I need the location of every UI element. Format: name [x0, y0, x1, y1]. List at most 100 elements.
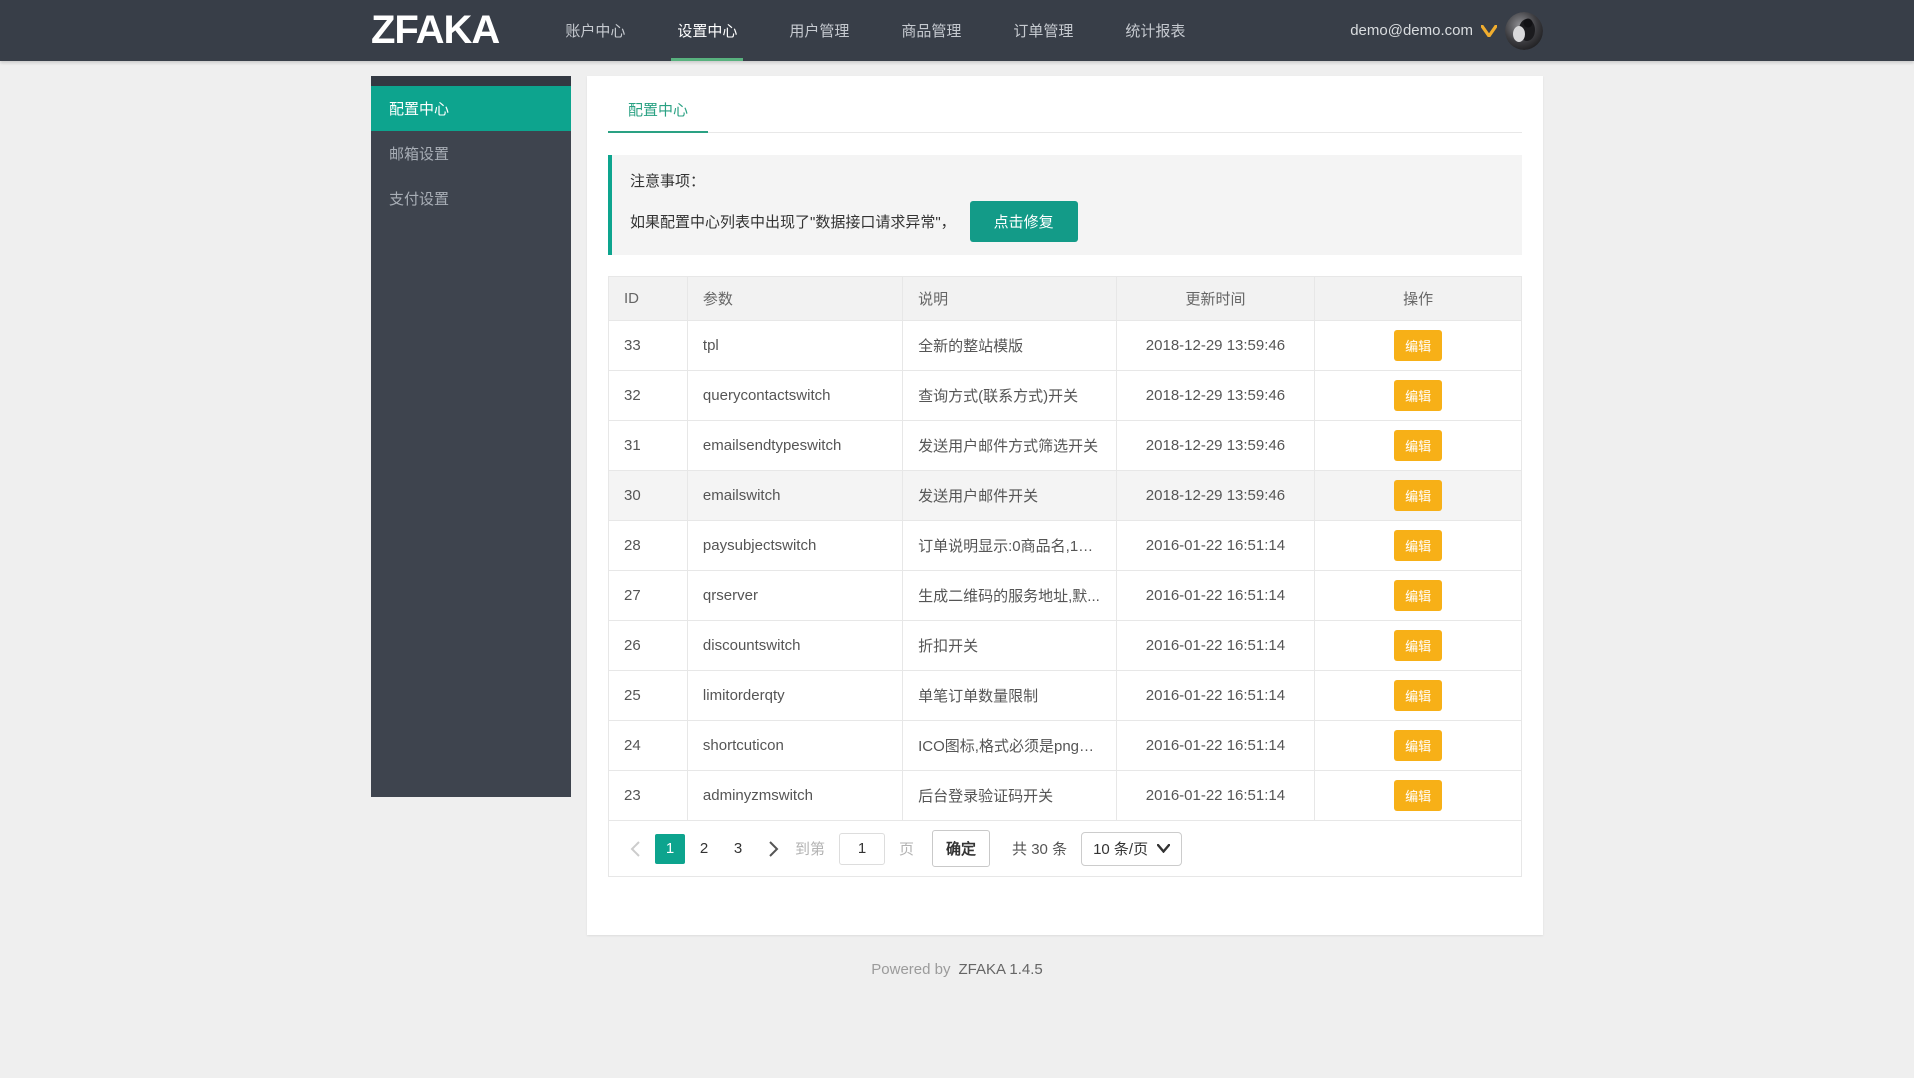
alert-title: 注意事项： [630, 170, 1504, 191]
brand-logo[interactable]: ZFAKA [371, 8, 499, 53]
cell-actions: 编辑 [1315, 721, 1521, 771]
header-actions: 操作 [1315, 277, 1521, 321]
chevron-left-icon[interactable] [623, 834, 647, 864]
cell-time: 2018-12-29 13:59:46 [1116, 321, 1315, 371]
chevron-down-icon[interactable] [1481, 25, 1497, 37]
tab-bar: 配置中心 [608, 76, 1522, 133]
page-button-2[interactable]: 2 [689, 834, 719, 864]
header-row: ID 参数 说明 更新时间 操作 [609, 277, 1521, 321]
navbar-inner: ZFAKA 账户中心设置中心用户管理商品管理订单管理统计报表 demo@demo… [371, 0, 1543, 61]
user-menu[interactable]: demo@demo.com [1350, 0, 1543, 61]
page-size-select[interactable]: 10 条/页 [1081, 832, 1182, 866]
content-layout: 配置中心邮箱设置支付设置 配置中心 注意事项： 如果配置中心列表中出现了"数据接… [371, 76, 1543, 935]
edit-button[interactable]: 编辑 [1394, 730, 1442, 761]
pagination: 123 到第 页 确定 共 30 条 10 条/页 [609, 821, 1521, 876]
alert-line: 如果配置中心列表中出现了"数据接口请求异常"， 点击修复 [630, 201, 1504, 242]
cell-actions: 编辑 [1315, 571, 1521, 621]
total-count-label: 共 30 条 [1012, 838, 1067, 859]
sidebar-item-配置中心[interactable]: 配置中心 [371, 86, 571, 131]
cell-desc: 生成二维码的服务地址,默... [903, 571, 1116, 621]
cell-time: 2016-01-22 16:51:14 [1116, 671, 1315, 721]
caret-down-icon [1157, 844, 1170, 853]
cell-actions: 编辑 [1315, 671, 1521, 721]
cell-time: 2016-01-22 16:51:14 [1116, 521, 1315, 571]
page-buttons: 123 [653, 834, 755, 864]
goto-label: 到第 [795, 838, 825, 859]
cell-param: paysubjectswitch [687, 521, 902, 571]
edit-button[interactable]: 编辑 [1394, 430, 1442, 461]
nav-item-用户管理[interactable]: 用户管理 [783, 0, 855, 61]
nav-item-账户中心[interactable]: 账户中心 [559, 0, 631, 61]
sidebar-top-strip [371, 76, 571, 86]
cell-time: 2018-12-29 13:59:46 [1116, 471, 1315, 521]
config-table-wrap: ID 参数 说明 更新时间 操作 33tpl全新的整站模版2018-12-29 … [608, 276, 1522, 877]
cell-desc: 单笔订单数量限制 [903, 671, 1116, 721]
nav-item-统计报表[interactable]: 统计报表 [1119, 0, 1191, 61]
cell-param: emailsendtypeswitch [687, 421, 902, 471]
table-row: 27qrserver生成二维码的服务地址,默...2016-01-22 16:5… [609, 571, 1521, 621]
cell-actions: 编辑 [1315, 421, 1521, 471]
cell-id: 33 [609, 321, 687, 371]
cell-time: 2016-01-22 16:51:14 [1116, 771, 1315, 821]
table-head: ID 参数 说明 更新时间 操作 [609, 277, 1521, 321]
page-button-1[interactable]: 1 [655, 834, 685, 864]
cell-param: qrserver [687, 571, 902, 621]
edit-button[interactable]: 编辑 [1394, 480, 1442, 511]
page-button-3[interactable]: 3 [723, 834, 753, 864]
tab-config-center[interactable]: 配置中心 [608, 90, 708, 133]
cell-desc: 全新的整站模版 [903, 321, 1116, 371]
table-row: 26discountswitch折扣开关2016-01-22 16:51:14 编… [609, 621, 1521, 671]
cell-desc: 发送用户邮件开关 [903, 471, 1116, 521]
cell-actions: 编辑 [1315, 321, 1521, 371]
cell-param: limitorderqty [687, 671, 902, 721]
brand-version: ZFAKA 1.4.5 [959, 961, 1043, 978]
fix-button[interactable]: 点击修复 [970, 201, 1078, 242]
cell-id: 28 [609, 521, 687, 571]
user-email: demo@demo.com [1350, 22, 1473, 39]
sidebar-item-支付设置[interactable]: 支付设置 [371, 176, 571, 221]
cell-time: 2016-01-22 16:51:14 [1116, 571, 1315, 621]
cell-id: 25 [609, 671, 687, 721]
sidebar-item-邮箱设置[interactable]: 邮箱设置 [371, 131, 571, 176]
cell-time: 2016-01-22 16:51:14 [1116, 621, 1315, 671]
table-row: 32querycontactswitch查询方式(联系方式)开关2018-12-… [609, 371, 1521, 421]
cell-id: 26 [609, 621, 687, 671]
header-id: ID [609, 277, 687, 321]
cell-actions: 编辑 [1315, 771, 1521, 821]
cell-desc: 发送用户邮件方式筛选开关 [903, 421, 1116, 471]
header-param: 参数 [687, 277, 902, 321]
cell-param: emailswitch [687, 471, 902, 521]
cell-id: 23 [609, 771, 687, 821]
nav-item-订单管理[interactable]: 订单管理 [1007, 0, 1079, 61]
edit-button[interactable]: 编辑 [1394, 530, 1442, 561]
cell-desc: 订单说明显示:0商品名,1订... [903, 521, 1116, 571]
edit-button[interactable]: 编辑 [1394, 780, 1442, 811]
edit-button[interactable]: 编辑 [1394, 630, 1442, 661]
alert-text: 如果配置中心列表中出现了"数据接口请求异常"， [630, 211, 956, 232]
cell-param: discountswitch [687, 621, 902, 671]
table-body: 33tpl全新的整站模版2018-12-29 13:59:46编辑32query… [609, 321, 1521, 821]
table-row: 24shortcuticonICO图标,格式必须是png或...2016-01-… [609, 721, 1521, 771]
table-row: 30emailswitch发送用户邮件开关2018-12-29 13:59:46… [609, 471, 1521, 521]
cell-param: shortcuticon [687, 721, 902, 771]
edit-button[interactable]: 编辑 [1394, 330, 1442, 361]
confirm-button[interactable]: 确定 [932, 830, 990, 867]
edit-button[interactable]: 编辑 [1394, 380, 1442, 411]
page-unit-label: 页 [899, 838, 914, 859]
cell-param: tpl [687, 321, 902, 371]
user-avatar[interactable] [1505, 12, 1543, 50]
goto-page-input[interactable] [839, 833, 885, 865]
cell-actions: 编辑 [1315, 621, 1521, 671]
chevron-right-icon[interactable] [761, 834, 785, 864]
cell-id: 30 [609, 471, 687, 521]
nav-item-设置中心[interactable]: 设置中心 [671, 0, 743, 61]
cell-param: adminyzmswitch [687, 771, 902, 821]
cell-param: querycontactswitch [687, 371, 902, 421]
edit-button[interactable]: 编辑 [1394, 580, 1442, 611]
edit-button[interactable]: 编辑 [1394, 680, 1442, 711]
table-row: 31emailsendtypeswitch发送用户邮件方式筛选开关2018-12… [609, 421, 1521, 471]
nav-item-商品管理[interactable]: 商品管理 [895, 0, 967, 61]
cell-desc: ICO图标,格式必须是png或... [903, 721, 1116, 771]
cell-desc: 折扣开关 [903, 621, 1116, 671]
sidebar: 配置中心邮箱设置支付设置 [371, 76, 571, 797]
